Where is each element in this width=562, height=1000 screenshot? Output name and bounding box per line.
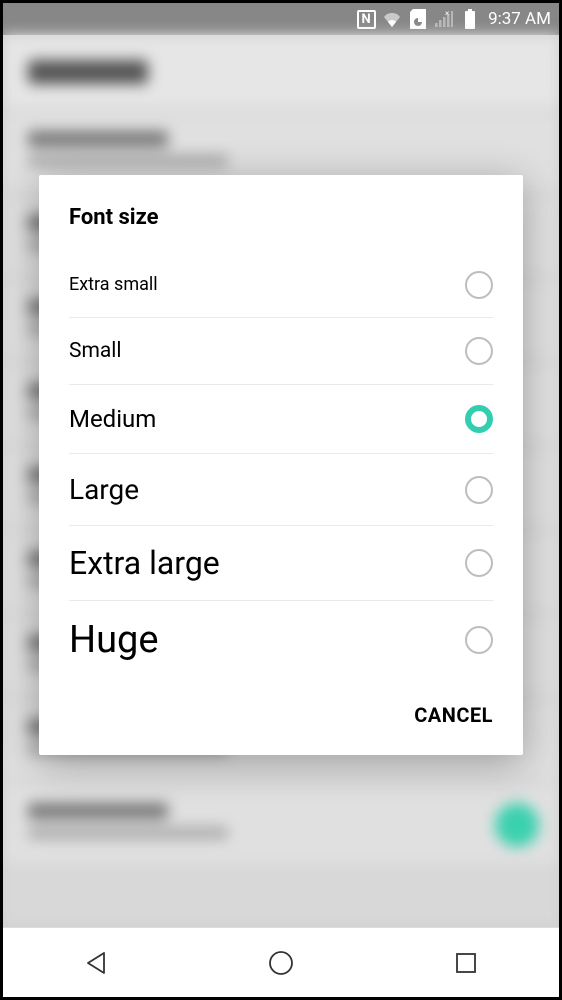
- svg-text:×: ×: [445, 11, 449, 18]
- radio-icon-selected: [465, 405, 493, 433]
- square-recent-icon: [454, 951, 478, 975]
- font-size-dialog: Font size Extra small Small Medium Large…: [39, 175, 523, 755]
- option-label: Large: [69, 454, 139, 525]
- circle-home-icon: [267, 949, 295, 977]
- radio-icon: [465, 337, 493, 365]
- option-label: Extra small: [69, 252, 158, 317]
- option-medium[interactable]: Medium: [69, 385, 493, 454]
- option-label: Small: [69, 318, 122, 384]
- battery-icon: [460, 9, 480, 29]
- nav-home-button[interactable]: [263, 945, 299, 981]
- navigation-bar: [3, 927, 559, 997]
- option-huge[interactable]: Huge: [69, 601, 493, 679]
- dialog-title: Font size: [39, 175, 523, 252]
- option-label: Medium: [69, 385, 156, 453]
- nav-back-button[interactable]: [78, 945, 114, 981]
- option-small[interactable]: Small: [69, 318, 493, 385]
- option-extra-large[interactable]: Extra large: [69, 526, 493, 601]
- nav-recent-button[interactable]: [448, 945, 484, 981]
- radio-icon: [465, 271, 493, 299]
- status-time: 9:37 AM: [488, 9, 551, 29]
- option-large[interactable]: Large: [69, 454, 493, 526]
- sim-icon: [408, 9, 428, 29]
- dialog-actions: CANCEL: [39, 679, 523, 755]
- option-label: Extra large: [69, 526, 220, 600]
- option-list: Extra small Small Medium Large Extra lar…: [39, 252, 523, 679]
- triangle-back-icon: [83, 950, 109, 976]
- option-extra-small[interactable]: Extra small: [69, 252, 493, 318]
- option-label: Huge: [69, 601, 159, 679]
- radio-icon: [465, 476, 493, 504]
- wifi-icon: [382, 9, 402, 29]
- status-bar: N ×: [3, 3, 559, 35]
- radio-icon: [465, 626, 493, 654]
- cancel-button[interactable]: CANCEL: [414, 703, 493, 727]
- nfc-icon: N: [356, 9, 376, 29]
- signal-icon: ×: [434, 9, 454, 29]
- radio-icon: [465, 549, 493, 577]
